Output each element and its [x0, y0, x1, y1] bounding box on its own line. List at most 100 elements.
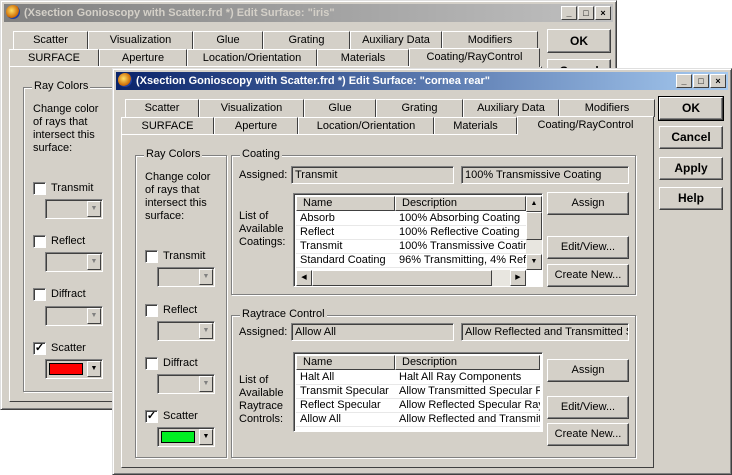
maximize-icon[interactable]: □	[578, 6, 594, 20]
tab-visualization[interactable]: Visualization	[199, 99, 304, 117]
scroll-down-icon[interactable]: ▼	[526, 254, 542, 270]
tab-materials[interactable]: Materials	[434, 117, 517, 135]
table-row[interactable]: Allow Transmitted Specular Ra	[395, 385, 540, 399]
back-diffract-checkbox[interactable]	[33, 288, 46, 301]
back-reflect-color-combo[interactable]: ▼	[45, 252, 103, 272]
diffract-color-combo[interactable]: ▼	[157, 374, 215, 394]
tab-auxiliary-data[interactable]: Auxiliary Data	[463, 99, 559, 117]
back-window-titlebar[interactable]: (Xsection Gonioscopy with Scatter.frd *)…	[4, 4, 613, 22]
chevron-down-icon[interactable]: ▼	[199, 323, 213, 339]
scroll-left-icon[interactable]: ◀	[296, 270, 312, 286]
cancel-button[interactable]: Cancel	[659, 126, 723, 149]
chevron-down-icon[interactable]: ▼	[199, 376, 213, 392]
back-transmit-color-combo[interactable]: ▼	[45, 199, 103, 219]
scatter-checkbox[interactable]: ✓	[145, 410, 158, 423]
tab-glue[interactable]: Glue	[304, 99, 376, 117]
back-diffract-color-combo[interactable]: ▼	[45, 306, 103, 326]
coating-create-new-button[interactable]: Create New...	[547, 264, 629, 287]
table-row[interactable]: 100% Reflective Coating	[395, 226, 526, 240]
chevron-down-icon[interactable]: ▼	[87, 308, 101, 324]
table-row[interactable]: 100% Transmissive Coating	[395, 240, 526, 254]
table-row[interactable]: Allow Reflected and Transmitte	[395, 413, 540, 427]
chevron-down-icon[interactable]: ▼	[199, 269, 213, 285]
diffract-checkbox[interactable]	[145, 357, 158, 370]
reflect-checkbox[interactable]	[145, 304, 158, 317]
tab-aperture[interactable]: Aperture	[214, 117, 298, 135]
transmit-color-combo[interactable]: ▼	[157, 267, 215, 287]
back-tab-visualization[interactable]: Visualization	[88, 31, 193, 49]
table-row[interactable]: Transmit	[296, 240, 395, 254]
back-scatter-checkbox[interactable]: ✓	[33, 342, 46, 355]
back-scatter-label: Scatter	[51, 342, 86, 354]
chevron-down-icon[interactable]: ▼	[199, 429, 213, 445]
table-row[interactable]: Halt All	[296, 371, 395, 385]
back-transmit-checkbox[interactable]	[33, 182, 46, 195]
raytrace-create-new-button[interactable]: Create New...	[547, 423, 629, 446]
raytrace-assign-button[interactable]: Assign	[547, 359, 629, 382]
back-scatter-color-combo[interactable]: ▼	[45, 359, 103, 379]
back-tab-location-orientation[interactable]: Location/Orientation	[187, 49, 317, 67]
back-tab-materials[interactable]: Materials	[317, 49, 409, 67]
table-row[interactable]: Absorb	[296, 212, 395, 226]
tab-modifiers[interactable]: Modifiers	[559, 99, 655, 117]
table-row[interactable]: Standard Coating	[296, 254, 395, 268]
scatter-color-combo[interactable]: ▼	[157, 427, 215, 447]
raytrace-list[interactable]: Name Description Halt All Halt All Ray C…	[293, 352, 543, 432]
coating-assign-button[interactable]: Assign	[547, 192, 629, 215]
back-tab-grating[interactable]: Grating	[263, 31, 350, 49]
coating-vertical-scrollbar[interactable]: ▲ ▼	[526, 196, 542, 270]
back-tab-auxiliary-data[interactable]: Auxiliary Data	[350, 31, 442, 49]
chevron-down-icon[interactable]: ▼	[87, 361, 101, 377]
coating-horizontal-scrollbar[interactable]: ◀ ▶	[296, 270, 526, 286]
back-tab-glue[interactable]: Glue	[193, 31, 263, 49]
maximize-icon[interactable]: □	[693, 74, 709, 88]
help-button[interactable]: Help	[659, 187, 723, 210]
chevron-down-icon[interactable]: ▼	[87, 201, 101, 217]
back-tab-modifiers[interactable]: Modifiers	[442, 31, 538, 49]
minimize-icon[interactable]: _	[676, 74, 692, 88]
table-row[interactable]: Reflect	[296, 226, 395, 240]
table-row[interactable]: Reflect Specular	[296, 399, 395, 413]
apply-button[interactable]: Apply	[659, 157, 723, 180]
close-icon[interactable]: ×	[710, 74, 726, 88]
back-tab-aperture[interactable]: Aperture	[99, 49, 187, 67]
minimize-icon[interactable]: _	[561, 6, 577, 20]
back-tab-scatter[interactable]: Scatter	[13, 31, 88, 49]
tab-scatter[interactable]: Scatter	[125, 99, 199, 117]
transmit-checkbox[interactable]	[145, 250, 158, 263]
table-row[interactable]: Transmit Specular	[296, 385, 395, 399]
tab-coating-raycontrol[interactable]: Coating/RayControl	[517, 116, 654, 135]
back-ray-colors-help-1: Change color	[33, 103, 99, 115]
coating-col-description[interactable]: Description	[395, 196, 526, 211]
ok-button[interactable]: OK	[658, 96, 724, 121]
coating-col-name[interactable]: Name	[296, 196, 395, 211]
tab-surface[interactable]: SURFACE	[121, 117, 214, 135]
back-tab-coating-raycontrol[interactable]: Coating/RayControl	[409, 48, 540, 67]
table-row[interactable]: 96% Transmitting, 4% Reflec	[395, 254, 526, 268]
back-tab-surface[interactable]: SURFACE	[9, 49, 99, 67]
table-row[interactable]: 100% Absorbing Coating	[395, 212, 526, 226]
raytrace-col-description[interactable]: Description	[395, 355, 540, 370]
scroll-right-icon[interactable]: ▶	[510, 270, 526, 286]
close-icon[interactable]: ×	[595, 6, 611, 20]
table-row[interactable]: Allow Reflected Specular Ray	[395, 399, 540, 413]
scroll-thumb[interactable]	[526, 212, 542, 240]
tab-grating[interactable]: Grating	[376, 99, 463, 117]
tab-location-orientation[interactable]: Location/Orientation	[298, 117, 434, 135]
scroll-up-icon[interactable]: ▲	[526, 196, 542, 212]
raytrace-col-name[interactable]: Name	[296, 355, 395, 370]
back-window-title: (Xsection Gonioscopy with Scatter.frd *)…	[24, 7, 335, 19]
back-reflect-checkbox[interactable]	[33, 235, 46, 248]
coating-list[interactable]: Name Description Absorb 100% Absorbing C…	[293, 193, 543, 287]
scroll-thumb[interactable]	[312, 270, 492, 286]
reflect-color-combo[interactable]: ▼	[157, 321, 215, 341]
chevron-down-icon[interactable]: ▼	[87, 254, 101, 270]
front-window-titlebar[interactable]: (Xsection Gonioscopy with Scatter.frd *)…	[116, 72, 728, 90]
back-ok-button[interactable]: OK	[547, 29, 611, 53]
ray-colors-help-2: of rays that	[145, 184, 200, 196]
back-ray-colors-title: Ray Colors	[32, 80, 91, 92]
table-row[interactable]: Halt All Ray Components	[395, 371, 540, 385]
raytrace-edit-view-button[interactable]: Edit/View...	[547, 396, 629, 419]
table-row[interactable]: Allow All	[296, 413, 395, 427]
coating-edit-view-button[interactable]: Edit/View...	[547, 236, 629, 259]
